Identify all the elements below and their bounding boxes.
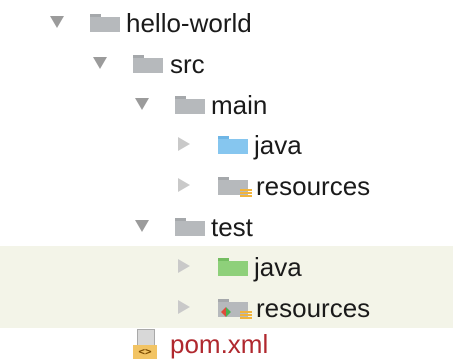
tree-node-label: resources [256,293,371,323]
expand-arrow-icon[interactable] [93,57,107,69]
tree-node-main-java[interactable]: java [0,124,453,165]
collapse-arrow-icon[interactable] [178,259,190,273]
source-folder-icon [218,136,248,154]
resources-badge-icon [240,189,252,199]
test-marker-icon [221,307,231,317]
tree-node-label: resources [256,171,371,201]
expand-arrow-icon[interactable] [135,220,149,232]
expand-arrow-icon[interactable] [135,98,149,110]
tree-node-label: java [254,130,302,160]
collapse-arrow-icon[interactable] [178,137,190,151]
tree-node-label: test [211,212,253,242]
tree-node-label: hello-world [126,8,252,38]
tree-node-label: java [254,252,302,282]
tree-node-test-java[interactable]: java [0,246,453,287]
test-source-folder-icon [218,258,248,276]
tree-node-main-resources[interactable]: resources [0,165,453,206]
collapse-arrow-icon[interactable] [178,178,190,192]
tree-node-test[interactable]: test [0,206,453,247]
tree-node-test-resources[interactable]: resources [0,287,453,328]
folder-icon [133,55,163,73]
tree-node-label: src [170,49,205,79]
resources-badge-icon [240,311,252,321]
collapse-arrow-icon[interactable] [178,300,190,314]
maven-xml-file-icon: <> [133,329,159,361]
tree-node-main[interactable]: main [0,84,453,125]
folder-icon [175,218,205,236]
tree-node-hello-world[interactable]: hello-world [0,2,453,43]
tree-node-label: main [211,90,268,120]
tree-node-pom-xml[interactable]: <> pom.xml [0,324,453,364]
folder-icon [175,96,205,114]
project-tree: hello-world src main java resources test… [0,0,453,364]
expand-arrow-icon[interactable] [50,16,64,28]
tree-node-src[interactable]: src [0,43,453,84]
folder-icon [90,14,120,32]
tree-node-label: pom.xml [170,329,269,359]
